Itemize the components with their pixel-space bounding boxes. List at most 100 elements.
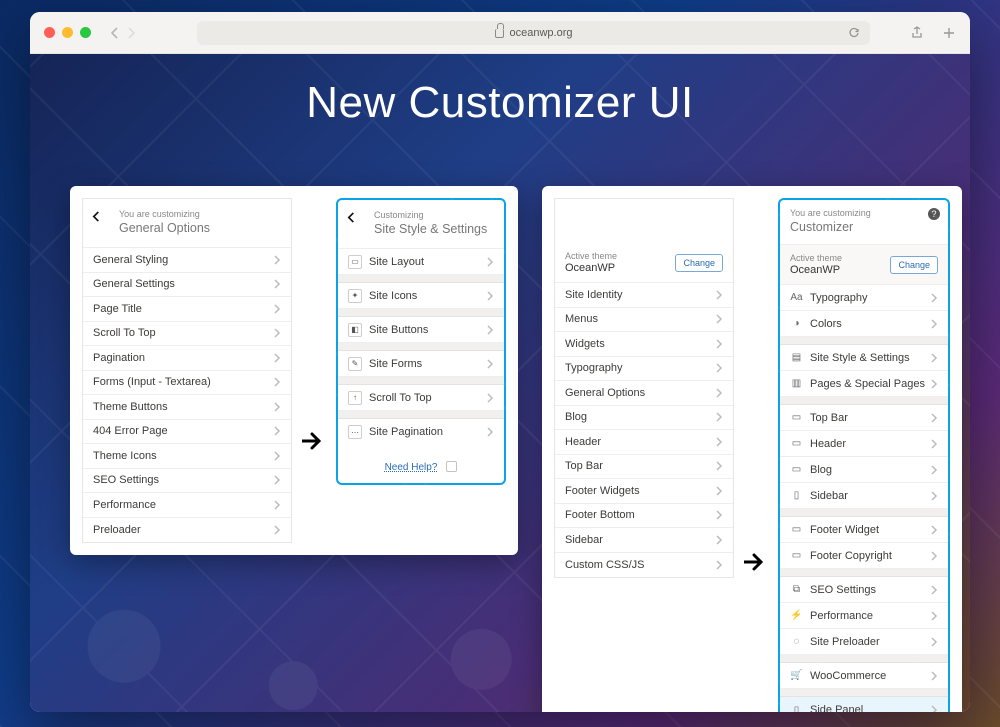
panel-item[interactable]: ▭Header	[780, 431, 948, 457]
chevron-right-icon	[930, 611, 938, 621]
panel-item[interactable]: ◌Site Preloader	[780, 629, 948, 655]
need-help-link[interactable]: Need Help?	[385, 462, 438, 473]
chevron-right-icon	[273, 328, 281, 338]
panel-item[interactable]: Pagination	[83, 346, 291, 371]
panel-item-label: Custom CSS/JS	[565, 559, 644, 571]
zoom-window-icon[interactable]	[80, 27, 91, 38]
panel-item-label: 404 Error Page	[93, 425, 168, 437]
panel-item[interactable]: ▭Footer Copyright	[780, 543, 948, 569]
panel-item-label: General Styling	[93, 254, 168, 266]
panel-item[interactable]: ▯Side Panel	[780, 697, 948, 712]
item-icon: Aa	[790, 291, 803, 304]
panel-item[interactable]: General Settings	[83, 273, 291, 298]
active-theme-name: OceanWP	[790, 264, 842, 276]
panel-item[interactable]: Site Identity	[555, 283, 733, 308]
panel-item-label: Header	[565, 436, 601, 448]
panel-item-label: Site Style & Settings	[810, 352, 910, 364]
back-icon[interactable]	[91, 211, 102, 222]
chevron-right-icon	[930, 637, 938, 647]
change-theme-button[interactable]: Change	[890, 256, 938, 274]
panel-item[interactable]: ◧Site Buttons	[338, 317, 504, 343]
panel-item[interactable]: Theme Buttons	[83, 395, 291, 420]
panel-item-label: Widgets	[565, 338, 605, 350]
url-bar[interactable]: oceanwp.org	[197, 21, 870, 45]
item-icon: ⚡	[790, 609, 803, 622]
panel-item[interactable]: ▯Sidebar	[780, 483, 948, 509]
item-icon: ▭	[790, 523, 803, 536]
item-icon: ▭	[348, 255, 362, 269]
panel-site-style: Customizing Site Style & Settings ▭Site …	[336, 198, 506, 485]
panel-item[interactable]: Preloader	[83, 518, 291, 543]
change-theme-button[interactable]: Change	[675, 254, 723, 272]
chevron-right-icon	[930, 353, 938, 363]
panel-item[interactable]: Sidebar	[555, 528, 733, 553]
panel-item[interactable]: ▭Footer Widget	[780, 517, 948, 543]
new-tab-icon[interactable]	[942, 26, 956, 40]
chevron-right-icon	[930, 491, 938, 501]
panel-item[interactable]: Top Bar	[555, 455, 733, 480]
reload-icon[interactable]	[848, 27, 860, 39]
share-icon[interactable]	[910, 26, 924, 40]
panel-item[interactable]: ▥Pages & Special Pages	[780, 371, 948, 397]
panel-item[interactable]: ⚡Performance	[780, 603, 948, 629]
panel-item[interactable]: ▭ Site Layout	[338, 249, 504, 275]
panel-item-label: Page Title	[93, 303, 142, 315]
panel-item[interactable]: Footer Widgets	[555, 479, 733, 504]
panel-item[interactable]: ✦Site Icons	[338, 283, 504, 309]
panel-item[interactable]: ▤Site Style & Settings	[780, 345, 948, 371]
panel-title: General Options	[119, 221, 279, 235]
chevron-right-icon	[715, 314, 723, 324]
chevron-right-icon	[930, 525, 938, 535]
chevron-right-icon	[930, 465, 938, 475]
item-icon: ◑	[790, 317, 803, 330]
nav-back-icon[interactable]	[109, 27, 121, 39]
panel-item[interactable]: Blog	[555, 406, 733, 431]
panel-item[interactable]: Theme Icons	[83, 444, 291, 469]
panel-item-label: Forms (Input - Textarea)	[93, 376, 211, 388]
panel-item[interactable]: Page Title	[83, 297, 291, 322]
chevron-right-icon	[715, 560, 723, 570]
chevron-right-icon	[486, 325, 494, 335]
panel-item-label: Site Forms	[369, 358, 422, 370]
panel-item[interactable]: SEO Settings	[83, 469, 291, 494]
chevron-right-icon	[715, 486, 723, 496]
panel-item[interactable]: Header	[555, 430, 733, 455]
panel-item[interactable]: Menus	[555, 308, 733, 333]
panel-item[interactable]: 404 Error Page	[83, 420, 291, 445]
help-doc-icon[interactable]	[446, 461, 457, 472]
panel-item-label: Site Buttons	[369, 324, 428, 336]
panel-customizer-new: You are customizing Customizer ? Active …	[778, 198, 950, 712]
panel-item-label: Footer Widgets	[565, 485, 640, 497]
chevron-right-icon	[486, 291, 494, 301]
panel-item[interactable]: AaTypography	[780, 285, 948, 311]
comparison-card-right: Active theme OceanWP Change Site Identit…	[542, 186, 962, 712]
help-icon[interactable]: ?	[928, 208, 940, 220]
panel-item[interactable]: ↑Scroll To Top	[338, 385, 504, 411]
panel-item[interactable]: ⧉SEO Settings	[780, 577, 948, 603]
panel-item[interactable]: Forms (Input - Textarea)	[83, 371, 291, 396]
panel-item[interactable]: ▭Top Bar	[780, 405, 948, 431]
close-window-icon[interactable]	[44, 27, 55, 38]
panel-item[interactable]: Typography	[555, 357, 733, 382]
panel-item[interactable]: Widgets	[555, 332, 733, 357]
panel-item[interactable]: Scroll To Top	[83, 322, 291, 347]
panel-item[interactable]: Footer Bottom	[555, 504, 733, 529]
panel-item[interactable]: General Options	[555, 381, 733, 406]
panel-item[interactable]: Custom CSS/JS	[555, 553, 733, 578]
panel-item[interactable]: ⋯Site Pagination	[338, 419, 504, 445]
panel-item[interactable]: ▭Blog	[780, 457, 948, 483]
active-theme-label: Active theme	[565, 251, 617, 261]
panel-item[interactable]: ✎Site Forms	[338, 351, 504, 377]
panel-item[interactable]: 🛒WooCommerce	[780, 663, 948, 689]
panel-item[interactable]: Performance	[83, 493, 291, 518]
panel-item-label: Colors	[810, 318, 842, 330]
chevron-right-icon	[930, 379, 938, 389]
panel-item-label: Site Layout	[369, 256, 424, 268]
panel-item[interactable]: General Styling	[83, 248, 291, 273]
panel-item-label: Top Bar	[565, 460, 603, 472]
nav-forward-icon[interactable]	[125, 27, 137, 39]
chevron-right-icon	[273, 451, 281, 461]
minimize-window-icon[interactable]	[62, 27, 73, 38]
back-icon[interactable]	[346, 212, 357, 223]
panel-item[interactable]: ◑ Colors	[780, 311, 948, 337]
